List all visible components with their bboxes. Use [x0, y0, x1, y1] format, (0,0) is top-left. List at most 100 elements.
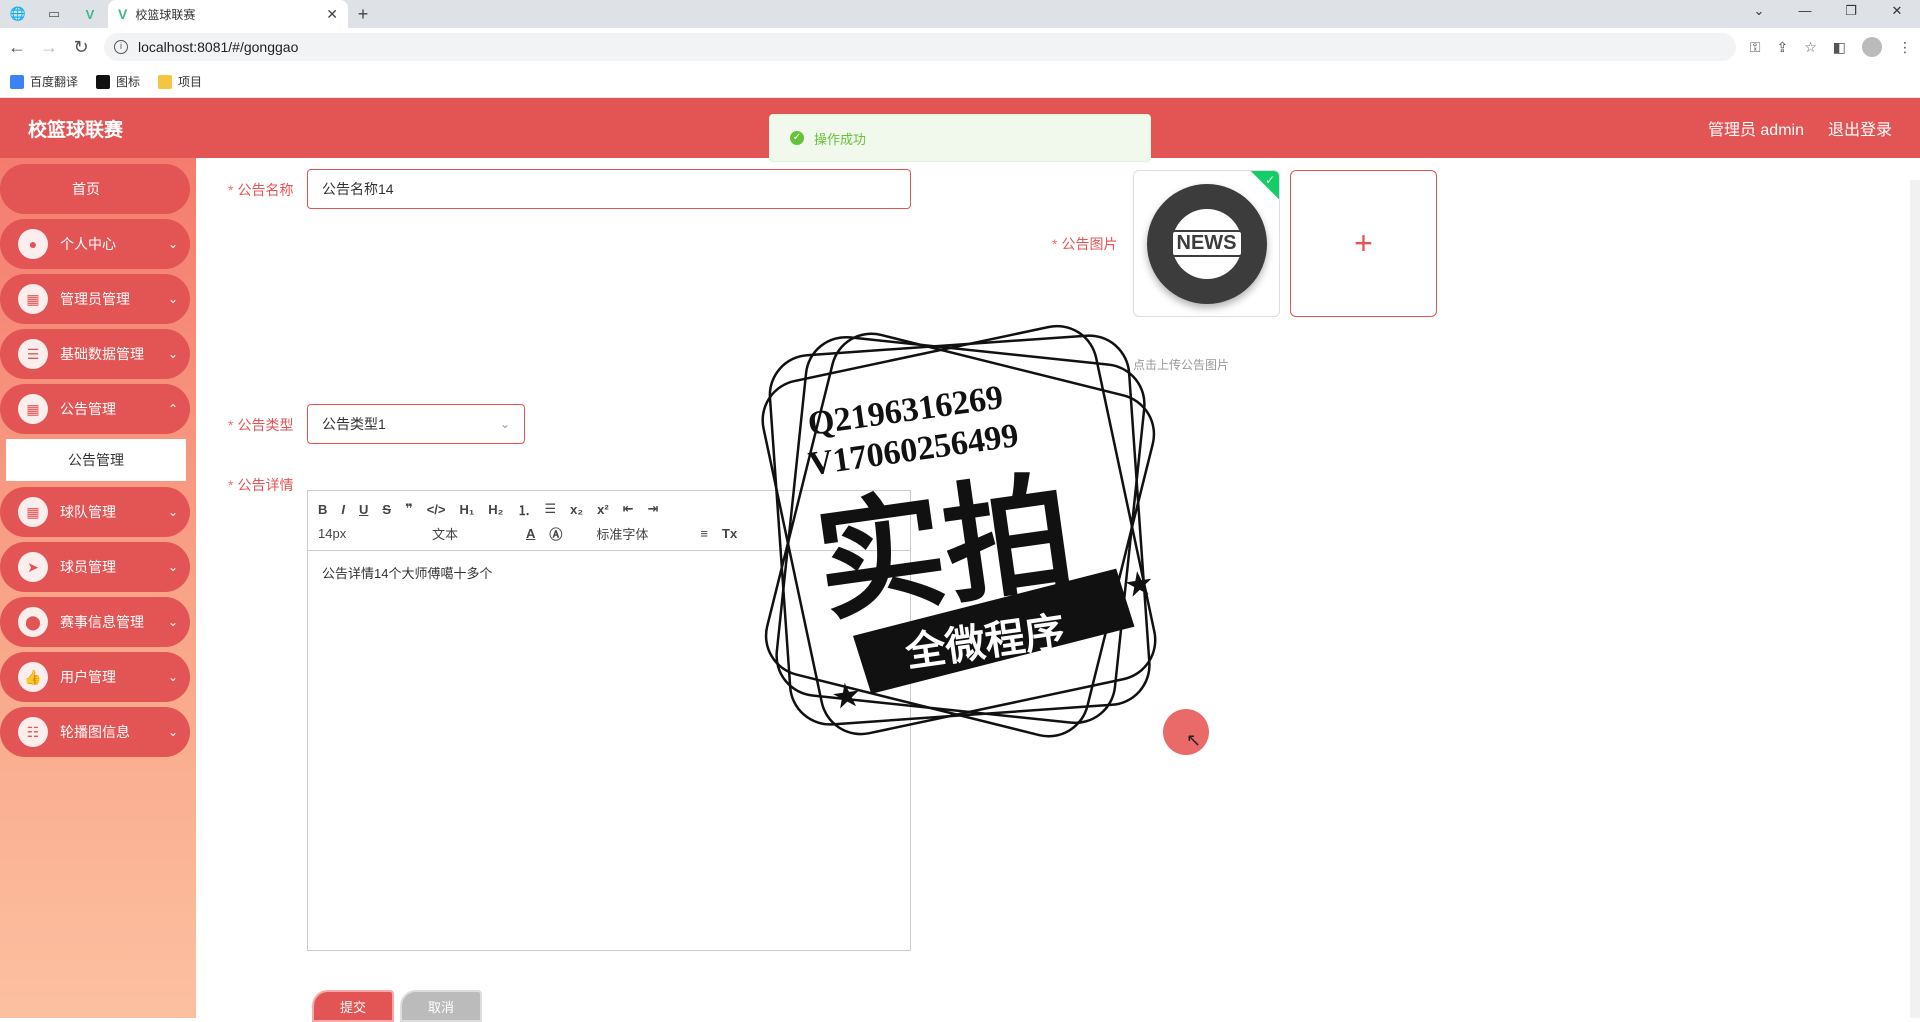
forward-icon[interactable]: →: [40, 37, 58, 58]
reload-icon[interactable]: ↻: [72, 37, 90, 58]
check-icon: ✓: [1264, 173, 1275, 187]
h2-icon[interactable]: H₂: [488, 502, 503, 517]
scrollbar[interactable]: [1910, 180, 1920, 1018]
send-icon: ➤: [18, 552, 48, 582]
tab-vue-icon[interactable]: V: [72, 0, 108, 28]
plus-icon: +: [1354, 225, 1373, 261]
sidebar-item-home[interactable]: 首页: [0, 164, 190, 214]
font-family-select[interactable]: 标准字体: [596, 524, 686, 543]
notice-name-label: * 公告名称: [228, 182, 294, 198]
new-tab-button[interactable]: +: [348, 0, 378, 28]
user-icon: ●: [18, 229, 48, 259]
code-icon[interactable]: </>: [427, 502, 446, 517]
indent-icon[interactable]: ⇥: [648, 501, 659, 517]
app-title: 校篮球联赛: [28, 119, 124, 141]
url-text: localhost:8081/#/gonggao: [138, 39, 299, 55]
chevron-down-icon: ⌄: [167, 292, 178, 306]
italic-icon[interactable]: I: [341, 502, 345, 517]
font-color-icon[interactable]: A: [526, 526, 535, 541]
bookmark-translate[interactable]: 百度翻译: [10, 73, 78, 90]
bullet-list-icon[interactable]: ☰: [544, 501, 556, 517]
sidebar-item-team[interactable]: ▦ 球队管理 ⌄: [0, 487, 190, 537]
editor-toolbar: B I U S ❞ </> H₁ H₂ ⒈ ☰ x₂ x² ⇤ ⇥ 14px 文…: [308, 491, 910, 551]
chevron-down-icon: ⌄: [167, 237, 178, 251]
minimize-button[interactable]: —: [1782, 0, 1828, 24]
sidebar-item-user[interactable]: 👍 用户管理 ⌄: [0, 652, 190, 702]
superscript-icon[interactable]: x²: [597, 502, 609, 517]
restore-button[interactable]: ❐: [1828, 0, 1874, 24]
notice-detail-label: * 公告详情: [228, 477, 294, 493]
success-toast: ✓ 操作成功: [769, 114, 1151, 162]
editor-content[interactable]: 公告详情14个大师傅噶十多个: [308, 551, 910, 594]
sidebar-item-carousel[interactable]: ☷ 轮播图信息 ⌄: [0, 707, 190, 757]
toast-message: 操作成功: [814, 131, 867, 147]
align-icon[interactable]: ≡: [700, 526, 708, 541]
back-icon[interactable]: ←: [8, 37, 26, 58]
translate-icon: [10, 74, 24, 89]
sidebar-item-admin[interactable]: ▦ 管理员管理 ⌄: [0, 274, 190, 324]
notice-name-input[interactable]: 公告名称14: [307, 169, 911, 209]
rich-text-editor[interactable]: B I U S ❞ </> H₁ H₂ ⒈ ☰ x₂ x² ⇤ ⇥ 14px 文…: [307, 490, 911, 951]
bookmark-project[interactable]: 项目: [158, 73, 202, 90]
close-window-button[interactable]: ✕: [1874, 0, 1920, 24]
grid-icon: ▦: [18, 394, 48, 424]
tab-search-button[interactable]: ⌄: [1736, 0, 1782, 24]
bold-icon[interactable]: B: [318, 502, 327, 517]
key-icon[interactable]: ⚿: [1750, 39, 1761, 56]
logout-button[interactable]: 退出登录: [1828, 116, 1892, 140]
sidebar-item-player[interactable]: ➤ 球员管理 ⌄: [0, 542, 190, 592]
sidebar-item-basedata[interactable]: ☰ 基础数据管理 ⌄: [0, 329, 190, 379]
menu-icon[interactable]: ⋮: [1898, 39, 1912, 56]
tab-globe-icon[interactable]: 🌐: [0, 0, 36, 28]
bookmark-icons[interactable]: 图标: [96, 73, 140, 90]
tab-close-icon[interactable]: ✕: [326, 6, 338, 23]
watermark-line1: Q2196316269: [806, 379, 1006, 443]
star-icon: ★: [1121, 564, 1156, 606]
strike-icon[interactable]: S: [382, 502, 391, 517]
chevron-down-icon: ⌄: [167, 670, 178, 684]
list-icon: ☰: [18, 339, 48, 369]
quote-icon[interactable]: ❞: [405, 501, 413, 517]
location-icon: ⬤: [18, 607, 48, 637]
sidepanel-icon[interactable]: ◧: [1833, 39, 1846, 56]
outdent-icon[interactable]: ⇤: [623, 501, 634, 517]
upload-tip: 点击上传公告图片: [1133, 358, 1230, 372]
news-globe-image: NEWS: [1146, 183, 1267, 304]
h1-icon[interactable]: H₁: [460, 502, 475, 517]
block-type-select[interactable]: 文本: [432, 524, 512, 543]
notice-type-select[interactable]: 公告类型1 ⌄: [307, 404, 525, 444]
uploaded-image-thumbnail[interactable]: ✓ NEWS: [1133, 170, 1280, 317]
sidebar-item-match[interactable]: ⬤ 赛事信息管理 ⌄: [0, 597, 190, 647]
tab-blank-icon[interactable]: ▭: [36, 0, 72, 28]
info-icon[interactable]: i: [114, 40, 128, 54]
grid-icon: ▦: [18, 497, 48, 527]
share-icon[interactable]: ⇪: [1776, 39, 1788, 56]
grid-icon: ▦: [18, 284, 48, 314]
star-icon[interactable]: ☆: [1804, 39, 1817, 56]
notice-image-label: * 公告图片: [1052, 236, 1118, 252]
cancel-button[interactable]: 取消: [400, 990, 482, 1022]
tab-active[interactable]: V 校篮球联赛 ✕: [108, 0, 348, 28]
current-user: 管理员 admin: [1707, 122, 1804, 139]
chevron-up-icon: ⌃: [167, 402, 178, 416]
chevron-down-icon: ⌄: [167, 505, 178, 519]
font-size-select[interactable]: 14px: [318, 526, 398, 541]
bg-color-icon[interactable]: Ⓐ: [549, 524, 562, 543]
sidebar-subitem-notice[interactable]: 公告管理: [6, 439, 186, 481]
ordered-list-icon[interactable]: ⒈: [517, 500, 530, 519]
chevron-down-icon: ⌄: [499, 417, 510, 431]
subscript-icon[interactable]: x₂: [570, 502, 583, 517]
address-bar: ← → ↻ i localhost:8081/#/gonggao ⚿ ⇪ ☆ ◧…: [0, 28, 1920, 66]
underline-icon[interactable]: U: [359, 502, 368, 517]
clear-format-icon[interactable]: Tx: [722, 526, 737, 541]
sidebar-item-notice[interactable]: ▦ 公告管理 ⌃: [0, 384, 190, 434]
profile-avatar[interactable]: [1862, 37, 1882, 57]
cursor-icon: ↖: [1186, 730, 1202, 750]
folder-icon: [158, 74, 173, 89]
browser-tab-bar: 🌐 ▭ V V 校篮球联赛 ✕ + ⌄ — ❐ ✕: [0, 0, 1920, 28]
upload-add-button[interactable]: +: [1290, 170, 1437, 317]
submit-button[interactable]: 提交: [312, 990, 394, 1022]
success-check-icon: ✓: [790, 131, 804, 145]
url-field[interactable]: i localhost:8081/#/gonggao: [104, 33, 1736, 61]
sidebar-item-profile[interactable]: ● 个人中心 ⌄: [0, 219, 190, 269]
